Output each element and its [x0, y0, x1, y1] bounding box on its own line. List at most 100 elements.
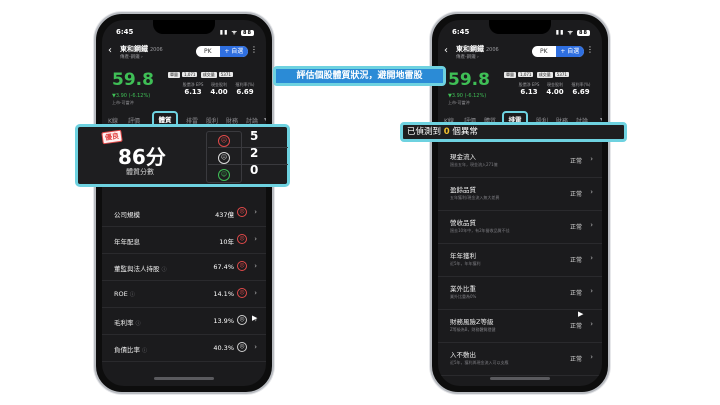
row-status: 正常 — [569, 356, 582, 363]
chevron-right-icon: › — [590, 353, 593, 361]
list-item[interactable]: 董監與法人持股 ⓘ 67.4% ☹ › — [102, 254, 266, 281]
row-label: 財務風險Z等級 — [450, 318, 494, 326]
stock-category[interactable]: 傳產-鋼鐵 › — [120, 54, 143, 60]
stock-price: 59.8 — [448, 70, 490, 90]
stock-code: 2006 — [486, 47, 499, 53]
detect-prefix: 已偵測到 — [407, 127, 442, 137]
pill-value: 1,071 — [182, 72, 198, 77]
home-indicator — [154, 377, 214, 380]
chevron-right-icon: › — [590, 221, 593, 229]
metric-value: 4.00 — [210, 88, 228, 96]
list-item[interactable]: 年年獲利 近5年，年年獲利 正常 › — [438, 244, 602, 277]
sad-face-icon: ☹ — [237, 234, 247, 244]
metric-value: 6.13 — [520, 88, 538, 96]
list-item[interactable]: ROE ⓘ 14.1% ☹ › — [102, 281, 266, 308]
row-label: 負債比率 ⓘ — [114, 344, 147, 354]
row-value: 67.4% — [213, 263, 234, 271]
row-label: 業外比重 — [450, 285, 476, 293]
neutral-face-icon: 😐 — [237, 315, 247, 325]
chevron-right-icon: › — [254, 208, 257, 216]
metrics-row: 股價淨 EPS 6.13 現金股利 4.00 殖利率(%) 6.69 — [180, 82, 258, 96]
phone-left: 6:45 ▮▮ ᯤ 88 ‹ 東和鋼鐵 2006 傳產-鋼鐵 › PK + 自選 … — [94, 12, 274, 394]
pk-button[interactable]: PK — [196, 46, 220, 57]
row-label: 營收品質 — [450, 219, 476, 227]
row-status: 正常 — [569, 323, 582, 330]
score-value: 86分 — [118, 145, 166, 169]
risk-list: 現金流入 過去五年，現金流入271億 正常 › 盈餘品質 五年獲利/現金流入無大差異 正常… — [438, 145, 602, 376]
trade-note: 上市-可當沖 — [112, 100, 134, 105]
top-bar: ‹ 東和鋼鐵 2006 傳產-鋼鐵 › PK + 自選 ⋮ — [444, 44, 596, 62]
bad-count: 5 — [250, 129, 259, 143]
list-item[interactable]: 負債比率 ⓘ 40.3% 😐 › — [102, 335, 266, 362]
metric-value: 6.69 — [236, 88, 254, 96]
status-time: 6:45 — [452, 28, 470, 36]
row-label: 入不敷出 — [450, 351, 476, 359]
pk-button[interactable]: PK — [532, 46, 556, 57]
top-bar: ‹ 東和鋼鐵 2006 傳產-鋼鐵 › PK + 自選 ⋮ — [108, 44, 260, 62]
volume-pills: 單量 1,071 成交量 5371 — [168, 72, 235, 78]
detect-callout: 已偵測到 0 個異常 — [400, 122, 627, 142]
list-item[interactable]: 營收品質 過去10年中，有2年營收品質不佳 正常 › — [438, 211, 602, 244]
metric: 現金股利 4.00 — [542, 82, 568, 96]
score-label: 體質分數 — [126, 168, 154, 176]
play-icon[interactable]: ▶ — [578, 310, 583, 318]
back-icon[interactable]: ‹ — [444, 45, 448, 56]
row-label: 董監與法人持股 ⓘ — [114, 263, 167, 273]
sad-face-icon: ☹ — [237, 288, 247, 298]
metric-value: 6.13 — [184, 88, 202, 96]
stock-price: 59.8 — [112, 70, 154, 90]
status-icons: ▮▮ ᯤ 88 — [555, 29, 590, 36]
stock-category[interactable]: 傳產-鋼鐵 › — [456, 54, 479, 60]
pill-label: 單量 — [504, 72, 516, 78]
smile-face-icon: ☺ — [218, 169, 230, 181]
price-change: ▼3.90 (-6.12%) — [448, 93, 487, 99]
quality-score-card: 優良 86分 體質分數 ☹ 😐 ☺ 5 2 0 — [75, 124, 290, 187]
quality-list: 公司規模 437億 ☹ › 年年配息 10年 ☹ › 董監與法人持股 ⓘ 67.4% ☹ › RO… — [102, 200, 266, 362]
chevron-right-icon: › — [254, 262, 257, 270]
row-subtitle: 五年獲利/現金流入無大差異 — [450, 195, 500, 200]
row-value: 10年 — [219, 238, 234, 246]
list-item[interactable]: 業外比重 業外比重為0% 正常 › — [438, 277, 602, 310]
row-label-text: 負債比率 — [114, 346, 140, 354]
row-value: 14.1% — [213, 290, 234, 298]
list-item[interactable]: 現金流入 過去五年，現金流入271億 正常 › — [438, 145, 602, 178]
row-label: 盈餘品質 — [450, 186, 476, 194]
status-icons: ▮▮ ᯤ 88 — [219, 29, 254, 36]
add-watchlist-button[interactable]: + 自選 — [219, 46, 248, 57]
stock-name: 東和鋼鐵 2006 — [120, 44, 163, 54]
chevron-down-icon[interactable]: ▾ — [264, 116, 266, 123]
pk-group: PK + 自選 — [532, 46, 584, 57]
neutral-count: 2 — [250, 146, 259, 160]
headline-banner: 評估個股體質狀況，避開地雷股 — [273, 66, 446, 86]
metric: 現金股利 4.00 — [206, 82, 232, 96]
row-subtitle: 業外比重為0% — [450, 294, 477, 299]
info-icon[interactable]: ⓘ — [142, 348, 147, 354]
volume-pills: 單量 1,071 成交量 5371 — [504, 72, 571, 78]
more-icon[interactable]: ⋮ — [586, 45, 594, 54]
add-watchlist-button[interactable]: + 自選 — [555, 46, 584, 57]
face-column: ☹ 😐 ☺ — [206, 131, 242, 183]
list-item[interactable]: 毛利率 ⓘ 13.9% 😐 › — [102, 308, 266, 335]
info-icon[interactable]: ⓘ — [162, 267, 167, 273]
pill-value: 5371 — [554, 72, 569, 77]
back-icon[interactable]: ‹ — [108, 45, 112, 56]
list-item[interactable]: 年年配息 10年 ☹ › — [102, 227, 266, 254]
more-icon[interactable]: ⋮ — [250, 45, 258, 54]
status-time: 6:45 — [116, 28, 134, 36]
screen-right: 6:45 ▮▮ ᯤ 88 ‹ 東和鋼鐵 2006 傳產-鋼鐵 › PK + 自選 … — [438, 20, 602, 386]
stock-name: 東和鋼鐵 2006 — [456, 44, 499, 54]
play-icon[interactable]: ▶ — [252, 314, 257, 322]
row-status: 正常 — [569, 224, 582, 231]
list-item[interactable]: 盈餘品質 五年獲利/現金流入無大差異 正常 › — [438, 178, 602, 211]
list-item[interactable]: 公司規模 437億 ☹ › — [102, 200, 266, 227]
status-bar: 6:45 ▮▮ ᯤ 88 — [452, 28, 590, 38]
info-icon[interactable]: ⓘ — [136, 321, 141, 327]
screen-left: 6:45 ▮▮ ᯤ 88 ‹ 東和鋼鐵 2006 傳產-鋼鐵 › PK + 自選 … — [102, 20, 266, 386]
row-label: 年年配息 — [114, 238, 140, 246]
list-item[interactable]: 入不敷出 近5年，獲利與現金流入可以支應 正常 › — [438, 343, 602, 376]
divider — [208, 147, 288, 148]
row-subtitle: 近5年，獲利與現金流入可以支應 — [450, 360, 509, 365]
info-icon[interactable]: ⓘ — [130, 292, 135, 298]
row-status: 正常 — [569, 257, 582, 264]
metric: 殖利率(%) 6.69 — [568, 82, 594, 96]
